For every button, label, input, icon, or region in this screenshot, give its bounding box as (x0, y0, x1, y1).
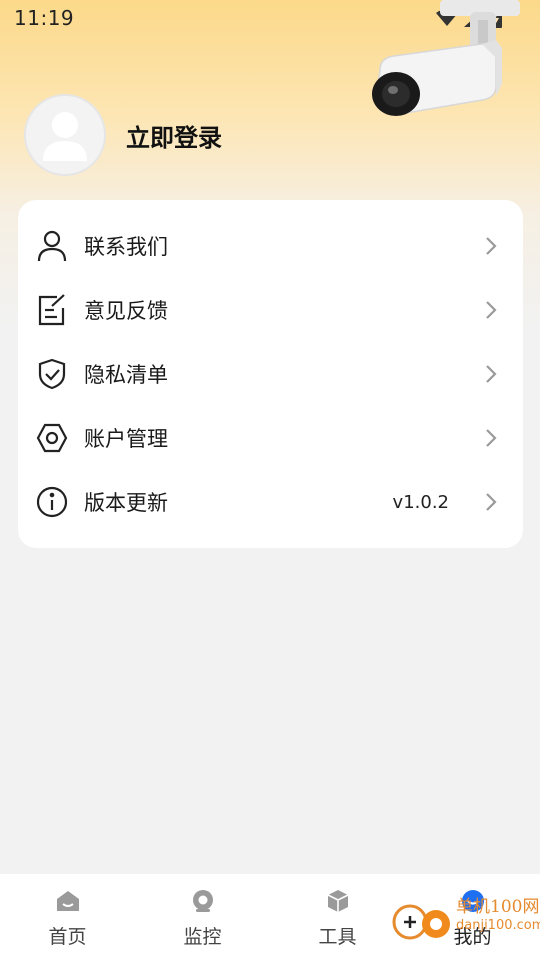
watermark-logo: 单机100网 danji100.com (390, 888, 540, 960)
status-time: 11:19 (14, 6, 75, 30)
info-icon (36, 486, 68, 518)
camera-icon (190, 888, 216, 914)
menu-item-feedback[interactable]: 意见反馈 (18, 278, 523, 342)
menu-item-account-management[interactable]: 账户管理 (18, 406, 523, 470)
menu-item-label: 版本更新 (84, 491, 168, 515)
chevron-right-icon (486, 493, 497, 511)
chevron-right-icon (486, 237, 497, 255)
menu-item-label: 意见反馈 (84, 299, 168, 323)
menu-item-privacy-list[interactable]: 隐私清单 (18, 342, 523, 406)
menu-item-version-update[interactable]: 版本更新 v1.0.2 (18, 470, 523, 534)
watermark-url: danji100.com (456, 918, 540, 933)
menu-item-label: 隐私清单 (84, 363, 168, 387)
menu-item-contact-us[interactable]: 联系我们 (18, 214, 523, 278)
hexagon-settings-icon (36, 422, 68, 454)
tab-tools[interactable]: 工具 (270, 874, 405, 960)
watermark-text: 单机100网 (456, 897, 540, 917)
tab-monitor[interactable]: 监控 (135, 874, 270, 960)
watermark-icon (392, 904, 450, 940)
shield-check-icon (36, 358, 68, 390)
login-button[interactable]: 立即登录 (126, 118, 222, 153)
security-camera-illustration (372, 0, 520, 116)
version-value: v1.0.2 (392, 491, 449, 513)
menu-item-label: 联系我们 (84, 235, 168, 259)
tab-home[interactable]: 首页 (0, 874, 135, 960)
person-icon (36, 230, 68, 262)
box-icon (325, 888, 351, 914)
home-icon (55, 888, 81, 914)
tab-label: 工具 (318, 926, 357, 948)
chevron-right-icon (486, 429, 497, 447)
tab-label: 监控 (183, 926, 222, 948)
default-avatar-icon (43, 112, 87, 161)
chevron-right-icon (486, 365, 497, 383)
avatar[interactable] (24, 94, 106, 176)
menu-item-label: 账户管理 (84, 427, 168, 451)
profile-section[interactable]: 立即登录 (24, 94, 222, 176)
tab-label: 首页 (48, 926, 87, 948)
settings-menu: 联系我们 意见反馈 隐私清单 账户管理 版本更新 v1.0.2 (18, 200, 523, 548)
chevron-right-icon (486, 301, 497, 319)
edit-note-icon (36, 294, 68, 326)
